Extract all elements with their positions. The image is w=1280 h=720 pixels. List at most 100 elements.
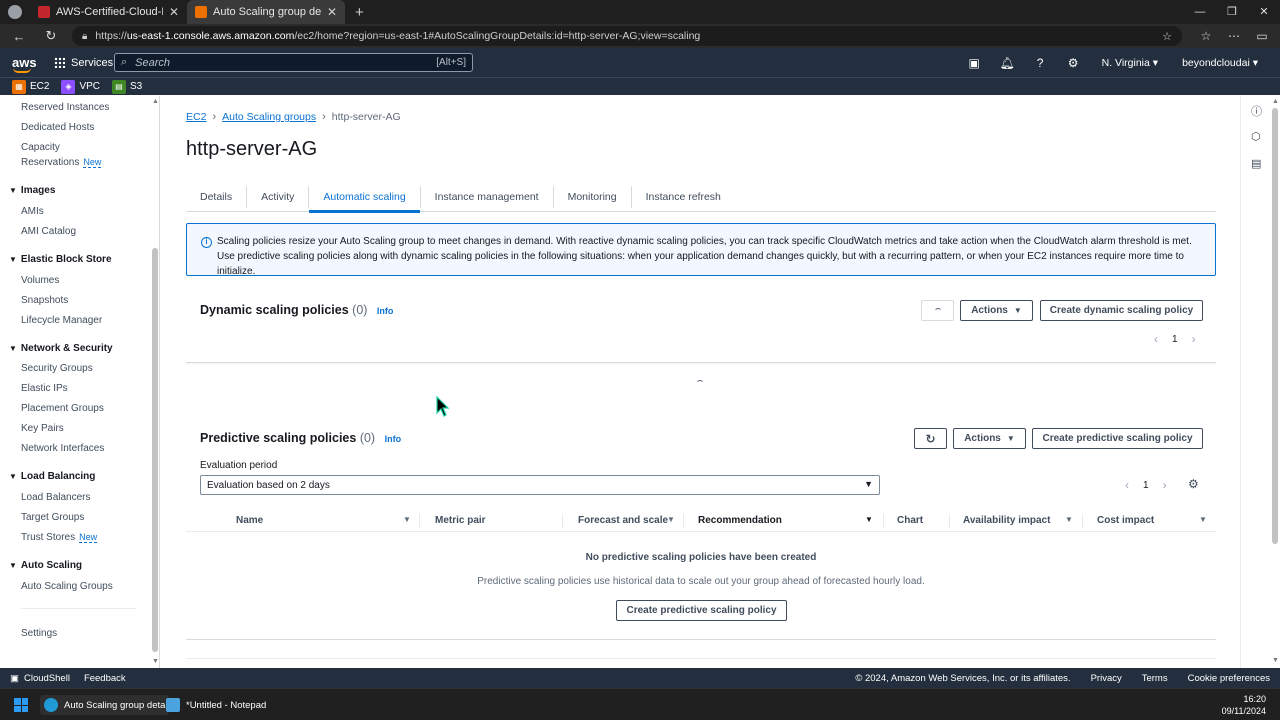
scroll-down-icon[interactable]: ▼ <box>1272 657 1279 664</box>
windows-start-icon[interactable] <box>14 698 28 712</box>
predictive-info-link[interactable]: Info <box>385 434 402 444</box>
sidebar-item-capacity-reservations[interactable]: Capacity <box>21 142 60 153</box>
create-predictive-policy-button[interactable]: Create predictive scaling policy <box>1032 428 1203 449</box>
scroll-down-icon[interactable]: ▼ <box>152 658 159 665</box>
new-tab-button[interactable]: + <box>345 4 374 21</box>
aws-logo[interactable]: aws <box>12 55 42 73</box>
profile-icon[interactable] <box>8 5 22 19</box>
minimize-icon[interactable]: — <box>1184 0 1216 24</box>
empty-create-predictive-policy-button[interactable]: Create predictive scaling policy <box>616 600 787 621</box>
sidebar-item-volumes[interactable]: Volumes <box>21 275 59 286</box>
column-header-forecast-and-scale[interactable]: Forecast and scale <box>578 515 668 526</box>
system-clock[interactable]: 16:20 09/11/2024 <box>1222 693 1266 717</box>
sidebar-item-snapshots[interactable]: Snapshots <box>21 295 68 306</box>
column-header-metric-pair[interactable]: Metric pair <box>435 515 486 526</box>
maximize-icon[interactable]: ❐ <box>1216 0 1248 24</box>
terms-link[interactable]: Terms <box>1142 673 1168 684</box>
main-scrollbar[interactable] <box>1272 108 1278 544</box>
table-preferences-gear-icon[interactable]: ⚙ <box>1188 477 1199 491</box>
favorite-vpc[interactable]: ◈ VPC <box>61 79 100 94</box>
sidebar-item-reserved-instances[interactable]: Reserved Instances <box>21 102 109 113</box>
sort-icon[interactable]: ▼ <box>1065 515 1073 524</box>
feedback-link[interactable]: Feedback <box>84 673 126 684</box>
tab-activity[interactable]: Activity <box>247 186 310 208</box>
privacy-link[interactable]: Privacy <box>1091 673 1122 684</box>
sidebar-item-key-pairs[interactable]: Key Pairs <box>21 423 64 434</box>
favorite-s3[interactable]: ▤ S3 <box>112 79 142 94</box>
sidebar-item-lifecycle-manager[interactable]: Lifecycle Manager <box>21 315 102 326</box>
scroll-up-icon[interactable]: ▲ <box>152 98 159 105</box>
sidebar-item-amis[interactable]: AMIs <box>21 206 44 217</box>
tab-monitoring[interactable]: Monitoring <box>554 186 632 208</box>
close-window-icon[interactable]: ✕ <box>1248 0 1280 24</box>
resources-icon[interactable]: ⬡ <box>1251 130 1261 143</box>
sidebar-toggle-icon[interactable]: ▭ <box>1248 29 1276 43</box>
address-bar[interactable]: 🔒︎ https://us-east-1.console.aws.amazon.… <box>72 26 1182 46</box>
sidebar-item-load-balancers[interactable]: Load Balancers <box>21 492 91 503</box>
close-tab-icon[interactable]: ✕ <box>169 5 179 19</box>
sort-icon[interactable]: ▼ <box>1199 515 1207 524</box>
sidebar-section-network-security[interactable]: ▼ Network & Security <box>9 343 113 354</box>
close-tab-icon[interactable]: ✕ <box>327 5 337 19</box>
tab-instance-management[interactable]: Instance management <box>421 186 554 208</box>
favorite-star-icon[interactable]: ☆ <box>1162 30 1172 43</box>
favorite-ec2[interactable]: ▦ EC2 <box>12 79 49 94</box>
taskbar-app-notepad[interactable]: *Untitled - Notepad <box>162 695 270 715</box>
region-selector[interactable]: N. Virginia ▾ <box>1090 57 1170 69</box>
browser-tab-1[interactable]: AWS-Certified-Cloud-Practitioner ✕ <box>30 0 187 24</box>
column-header-recommendation[interactable]: Recommendation <box>698 515 782 526</box>
more-icon[interactable]: ⋯ <box>1220 29 1248 43</box>
sidebar-scrollbar[interactable] <box>152 248 158 652</box>
sidebar-item-security-groups[interactable]: Security Groups <box>21 363 93 374</box>
info-panel-icon[interactable]: ⓘ <box>1251 103 1262 119</box>
evaluation-period-select[interactable]: Evaluation based on 2 days ▼ <box>200 475 880 495</box>
column-header-cost-impact[interactable]: Cost impact <box>1097 515 1154 526</box>
sort-icon[interactable]: ▼ <box>865 515 873 524</box>
scroll-up-icon[interactable]: ▲ <box>1272 98 1279 105</box>
sort-icon[interactable]: ▼ <box>667 515 675 524</box>
sidebar-item-target-groups[interactable]: Target Groups <box>21 512 84 523</box>
column-header-availability-impact[interactable]: Availability impact <box>963 515 1050 526</box>
breadcrumb-ec2[interactable]: EC2 <box>186 111 206 123</box>
sidebar-section-ebs[interactable]: ▼ Elastic Block Store <box>9 254 112 265</box>
refresh-button[interactable]: ↻ <box>914 428 947 449</box>
page-number[interactable]: 1 <box>1172 334 1178 345</box>
settings-gear-icon[interactable]: ⚙ <box>1057 56 1090 70</box>
prev-page-icon[interactable]: ‹ <box>1154 332 1158 346</box>
sidebar-item-auto-scaling-groups[interactable]: Auto Scaling Groups <box>21 581 113 592</box>
dynamic-info-link[interactable]: Info <box>377 306 394 316</box>
help-icon[interactable]: ? <box>1024 56 1057 70</box>
feedback-panel-icon[interactable]: ▤ <box>1251 157 1261 170</box>
tab-details[interactable]: Details <box>186 186 248 208</box>
sidebar-item-dedicated-hosts[interactable]: Dedicated Hosts <box>21 122 94 133</box>
page-number[interactable]: 1 <box>1143 480 1149 491</box>
notifications-icon[interactable]: 🔔︎ <box>991 56 1024 70</box>
column-header-chart[interactable]: Chart <box>897 515 923 526</box>
cloudshell-link[interactable]: ▣ CloudShell <box>10 673 70 684</box>
create-dynamic-policy-button[interactable]: Create dynamic scaling policy <box>1040 300 1203 321</box>
sidebar-item-elastic-ips[interactable]: Elastic IPs <box>21 383 68 394</box>
lock-icon[interactable]: 🔒︎ <box>82 31 87 42</box>
breadcrumb-auto-scaling-groups[interactable]: Auto Scaling groups <box>222 111 316 123</box>
next-page-icon[interactable]: › <box>1163 478 1167 492</box>
reload-icon[interactable]: ↻ <box>40 28 62 44</box>
refresh-button[interactable] <box>921 300 954 321</box>
taskbar-app-edge[interactable]: Auto Scaling group deta <box>40 695 170 715</box>
sidebar-item-network-interfaces[interactable]: Network Interfaces <box>21 443 104 454</box>
sidebar-section-images[interactable]: ▼ Images <box>9 185 55 196</box>
favorites-icon[interactable]: ☆ <box>1192 29 1220 43</box>
column-header-name[interactable]: Name <box>236 515 263 526</box>
search-input[interactable]: ⌕ Search [Alt+S] <box>114 53 473 72</box>
sidebar-item-placement-groups[interactable]: Placement Groups <box>21 403 104 414</box>
sidebar-item-trust-stores[interactable]: Trust Stores New <box>21 532 98 543</box>
dynamic-actions-button[interactable]: Actions ▼ <box>960 300 1033 321</box>
prev-page-icon[interactable]: ‹ <box>1125 478 1129 492</box>
sidebar-item-ami-catalog[interactable]: AMI Catalog <box>21 226 76 237</box>
cookie-preferences-link[interactable]: Cookie preferences <box>1188 673 1270 684</box>
browser-tab-2[interactable]: Auto Scaling group details | EC2 | ✕ <box>187 0 345 24</box>
tab-instance-refresh[interactable]: Instance refresh <box>632 186 735 208</box>
sidebar-item-capacity-reservations-2[interactable]: Reservations New <box>21 157 102 168</box>
tab-automatic-scaling[interactable]: Automatic scaling <box>309 186 421 213</box>
next-page-icon[interactable]: › <box>1192 332 1196 346</box>
sidebar-section-auto-scaling[interactable]: ▼ Auto Scaling <box>9 560 82 571</box>
